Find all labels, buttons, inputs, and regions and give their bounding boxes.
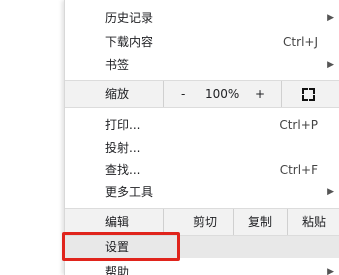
menu-item-history[interactable]: 历史记录 ▶ bbox=[65, 7, 339, 29]
menu-item-help[interactable]: 帮助 ▶ bbox=[65, 261, 339, 275]
menu-item-cast[interactable]: 投射... bbox=[65, 137, 339, 159]
menu-item-more-tools[interactable]: 更多工具 ▶ bbox=[65, 181, 339, 203]
downloads-shortcut: Ctrl+J bbox=[283, 35, 318, 49]
history-label: 历史记录 bbox=[105, 11, 154, 25]
cast-label: 投射... bbox=[105, 141, 141, 155]
menu-item-find[interactable]: 查找... Ctrl+F bbox=[65, 159, 339, 181]
more-tools-label: 更多工具 bbox=[105, 185, 154, 199]
zoom-divider bbox=[281, 81, 282, 107]
submenu-arrow-icon: ▶ bbox=[327, 13, 334, 23]
help-label: 帮助 bbox=[105, 265, 130, 275]
downloads-label: 下载内容 bbox=[105, 35, 154, 49]
page: 历史记录 ▶ 下载内容 Ctrl+J 书签 ▶ 缩放 - 100% + 打印..… bbox=[0, 0, 339, 275]
print-shortcut: Ctrl+P bbox=[279, 118, 318, 132]
fullscreen-icon[interactable] bbox=[302, 88, 315, 101]
menu-separator bbox=[65, 107, 339, 108]
settings-highlight-box bbox=[62, 232, 180, 261]
bookmarks-label: 书签 bbox=[105, 58, 130, 72]
submenu-arrow-icon: ▶ bbox=[327, 187, 334, 197]
submenu-arrow-icon: ▶ bbox=[327, 60, 334, 70]
menu-item-bookmarks[interactable]: 书签 ▶ bbox=[65, 54, 339, 76]
zoom-out-button[interactable]: - bbox=[181, 81, 185, 107]
edit-divider bbox=[287, 209, 288, 235]
find-shortcut: Ctrl+F bbox=[279, 163, 318, 177]
paste-button[interactable]: 粘贴 bbox=[289, 209, 339, 235]
cut-button[interactable]: 剪切 bbox=[180, 209, 230, 235]
submenu-arrow-icon: ▶ bbox=[327, 267, 334, 275]
zoom-row: 缩放 - 100% + bbox=[65, 81, 339, 107]
zoom-divider bbox=[163, 81, 164, 107]
find-label: 查找... bbox=[105, 163, 141, 177]
edit-divider bbox=[233, 209, 234, 235]
zoom-label: 缩放 bbox=[105, 87, 130, 101]
menu-item-downloads[interactable]: 下载内容 Ctrl+J bbox=[65, 31, 339, 53]
copy-button[interactable]: 复制 bbox=[235, 209, 285, 235]
zoom-level: 100% bbox=[205, 87, 240, 101]
zoom-in-button[interactable]: + bbox=[255, 81, 265, 107]
menu-item-print[interactable]: 打印... Ctrl+P bbox=[65, 114, 339, 136]
print-label: 打印... bbox=[105, 118, 141, 132]
